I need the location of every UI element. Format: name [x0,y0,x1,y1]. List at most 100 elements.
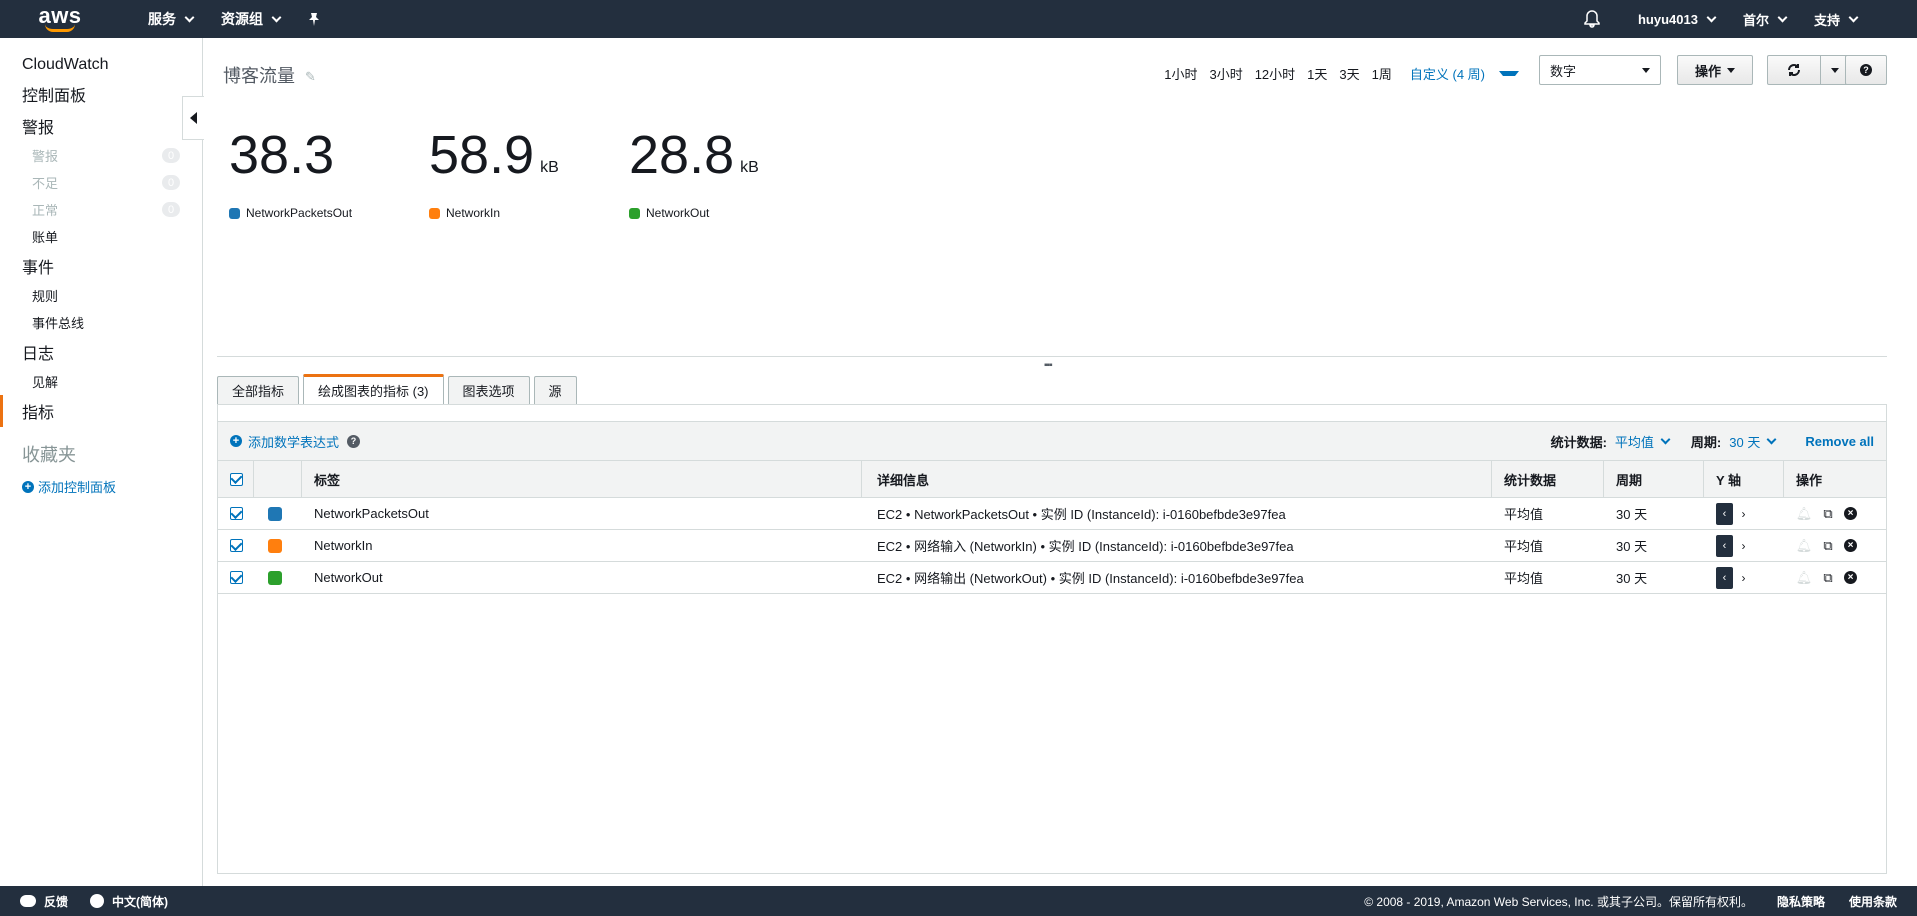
sidebar-item-insights[interactable]: 见解 [0,368,202,395]
remove-icon[interactable]: × [1844,571,1857,584]
table-row: NetworkPacketsOut EC2 • NetworkPacketsOu… [218,498,1886,530]
sidebar-item-insufficient[interactable]: 不足 0 [0,169,202,196]
resize-grip-icon[interactable]: ▪▪▪ [1044,360,1053,371]
row-label[interactable]: NetworkOut [302,570,862,585]
time-option-custom[interactable]: 自定义 (4 周) [1398,64,1525,83]
refresh-button[interactable] [1767,55,1821,85]
duplicate-icon[interactable]: ⧉ [1820,506,1836,522]
statistic-label: 统计数据: [1550,434,1607,450]
row-statistic[interactable]: 平均值 [1492,536,1604,555]
sidebar-item-billing[interactable]: 账单 [0,223,202,250]
sidebar-item-events[interactable]: 事件 [0,250,202,282]
remove-icon[interactable]: × [1844,507,1857,520]
help-button[interactable]: ? [1845,55,1887,85]
y-axis-right-button[interactable]: › [1735,503,1752,525]
row-statistic[interactable]: 平均值 [1492,568,1604,587]
y-axis-left-button[interactable]: ‹ [1716,534,1733,557]
y-axis-right-button[interactable]: › [1735,535,1752,557]
feedback-button[interactable]: 反馈 [20,893,68,910]
metric-unit: kB [740,159,759,176]
time-option-1w[interactable]: 1周 [1366,64,1398,83]
series-color-swatch[interactable] [268,538,282,553]
add-dashboard-label: 添加控制面板 [38,480,117,495]
duplicate-icon[interactable]: ⧉ [1820,538,1836,554]
view-type-select[interactable]: 数字 [1539,55,1661,85]
alarm-bell-icon[interactable]: 🔔︎ [1796,570,1813,586]
y-axis-right-button[interactable]: › [1735,567,1752,589]
pin-button[interactable] [294,0,334,38]
header-color [254,460,302,498]
chevron-down-icon [271,12,282,22]
select-all-checkbox[interactable] [230,472,243,486]
header-label[interactable]: 标签 [302,460,862,498]
y-axis-left-button[interactable]: ‹ [1716,502,1733,525]
row-color-cell [254,570,302,585]
sidebar-item-event-buses[interactable]: 事件总线 [0,309,202,336]
duplicate-icon[interactable]: ⧉ [1820,570,1836,586]
resource-groups-label: 资源组 [221,11,263,27]
services-menu[interactable]: 服务 [134,0,207,38]
row-checkbox[interactable] [230,507,243,520]
question-icon[interactable]: ? [347,434,361,448]
resource-groups-menu[interactable]: 资源组 [207,0,294,38]
time-option-3h[interactable]: 3小时 [1203,64,1248,83]
time-option-3d[interactable]: 3天 [1333,64,1365,83]
period-select[interactable]: 30 天 [1729,432,1777,451]
tab-graph-options[interactable]: 图表选项 [447,376,530,404]
series-color-swatch[interactable] [268,506,282,521]
chat-bubble-icon [20,895,36,907]
user-menu[interactable]: huyu4013 [1624,0,1729,38]
pencil-icon[interactable]: ✎ [305,69,317,84]
statistic-select[interactable]: 平均值 [1615,432,1671,451]
alarm-bell-icon[interactable]: 🔔︎ [1796,538,1813,554]
add-math-expression-link[interactable]: + 添加数学表达式 [230,432,339,451]
remove-all-button[interactable]: Remove all [1805,434,1874,449]
time-option-1h[interactable]: 1小时 [1158,64,1203,83]
sidebar-item-ok[interactable]: 正常 0 [0,196,202,223]
support-menu[interactable]: 支持 [1800,0,1917,38]
alarm-bell-icon[interactable]: 🔔︎ [1796,506,1813,522]
sidebar-item-metrics[interactable]: 指标 [0,395,202,427]
header-details[interactable]: 详细信息 [862,460,1492,498]
support-label: 支持 [1813,12,1840,28]
notifications-button[interactable] [1570,0,1624,38]
plus-circle-icon: + [22,480,34,493]
actions-button[interactable]: 操作 [1677,55,1753,85]
add-dashboard-link[interactable]: + 添加控制面板 [0,473,202,500]
chevron-down-icon [1848,12,1859,22]
sidebar-item-alarms[interactable]: 警报 [0,110,202,142]
row-checkbox[interactable] [230,539,243,552]
row-label[interactable]: NetworkIn [302,538,862,553]
privacy-link[interactable]: 隐私策略 [1777,893,1825,910]
terms-link[interactable]: 使用条款 [1849,893,1897,910]
sidebar-item-logs[interactable]: 日志 [0,336,202,368]
user-name: huyu4013 [1637,11,1698,27]
time-option-12h[interactable]: 12小时 [1249,64,1301,83]
header-y-axis[interactable]: Y 轴 [1704,460,1784,498]
tab-all-metrics[interactable]: 全部指标 [217,376,300,404]
row-checkbox[interactable] [230,571,243,584]
row-period[interactable]: 30 天 [1604,536,1704,555]
row-statistic[interactable]: 平均值 [1492,504,1604,523]
globe-icon [90,894,105,908]
language-selector[interactable]: 中文(简体) [90,893,168,910]
row-period[interactable]: 30 天 [1604,568,1704,587]
y-axis-left-button[interactable]: ‹ [1716,566,1733,589]
aws-logo[interactable]: aws [0,5,110,32]
sidebar-title-cloudwatch[interactable]: CloudWatch [0,52,202,78]
row-period[interactable]: 30 天 [1604,504,1704,523]
tab-graphed-metrics[interactable]: 绘成图表的指标 (3) [303,374,444,404]
language-label: 中文(简体) [112,894,169,909]
collapse-sidebar-button[interactable] [182,96,204,140]
sidebar-item-rules[interactable]: 规则 [0,282,202,309]
region-menu[interactable]: 首尔 [1729,0,1800,38]
header-period[interactable]: 周期 [1604,460,1704,498]
sidebar-item-dashboards[interactable]: 控制面板 [0,78,202,110]
row-label[interactable]: NetworkPacketsOut [302,506,862,521]
header-statistic[interactable]: 统计数据 [1492,460,1604,498]
time-option-1d[interactable]: 1天 [1301,64,1333,83]
remove-icon[interactable]: × [1844,539,1857,552]
sidebar-item-alarm-state[interactable]: 警报 0 [0,142,202,169]
tab-source[interactable]: 源 [533,376,577,404]
series-color-swatch[interactable] [268,570,282,585]
